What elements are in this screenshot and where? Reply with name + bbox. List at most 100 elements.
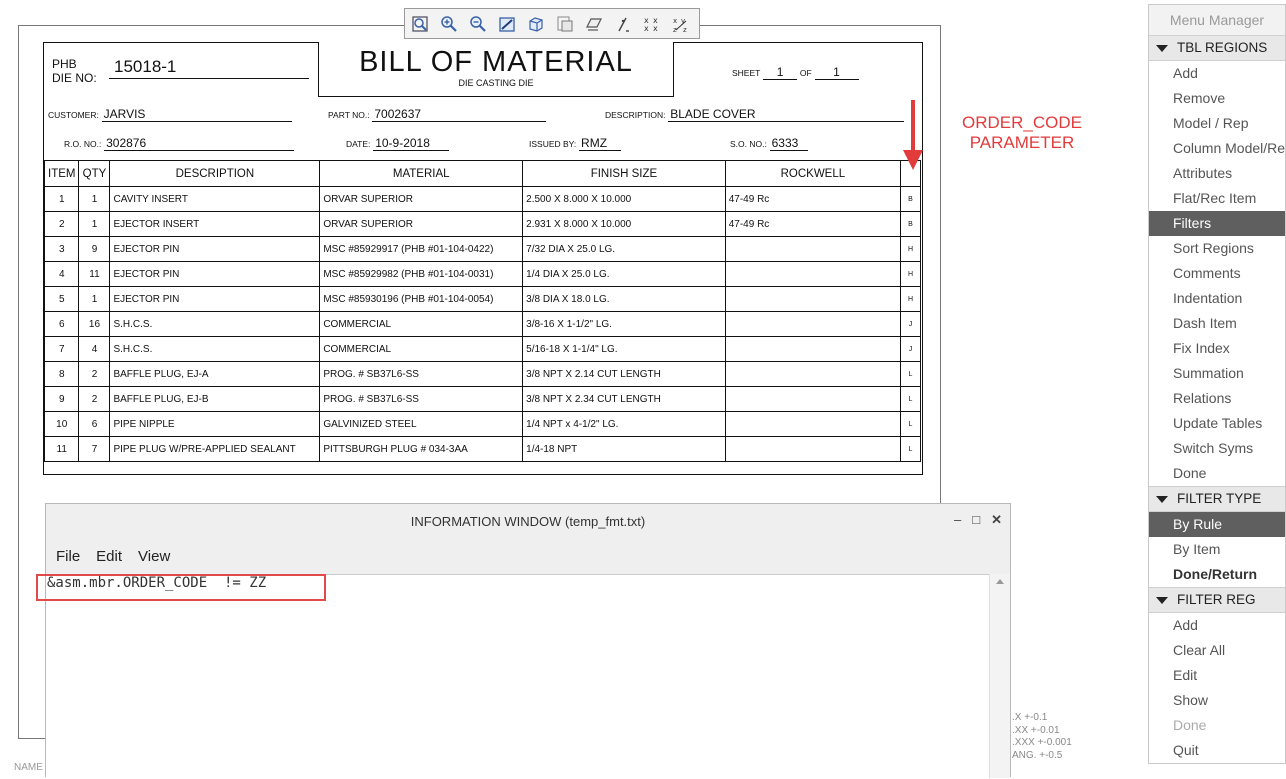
finish-size-cell: 1/4-18 NPT (522, 436, 726, 462)
table-row[interactable]: 1 1 CAVITY INSERT ORVAR SUPERIOR 2.500 X 8.0… (43, 186, 921, 212)
so-no-field: S.O. NO.: 6333 (730, 136, 808, 151)
annotation-display-icon[interactable] (612, 13, 634, 35)
menu-manager: Menu Manager TBL REGIONS Add Remove Model /… (1148, 4, 1286, 764)
die-no-value: 15018-1 (109, 57, 309, 79)
page-title: BILL OF MATERIAL (359, 46, 633, 78)
menu-item-tbl-regions-done[interactable]: Done (1149, 461, 1285, 486)
scroll-up-icon[interactable] (990, 574, 1010, 588)
menu-item-filter-reg-clear-all[interactable]: Clear All (1149, 638, 1285, 663)
menu-edit[interactable]: Edit (96, 548, 122, 565)
menu-item-tbl-regions-flat-rec-item[interactable]: Flat/Rec Item (1149, 186, 1285, 211)
item-cell: 5 (43, 286, 80, 312)
table-row[interactable]: 6 16 S.H.C.S. COMMERCIAL 3/8-16 X 1-1/2" LG.… (43, 311, 921, 337)
menu-item-tbl-regions-dash-item[interactable]: Dash Item (1149, 311, 1285, 336)
sheet-field: SHEET 1 OF 1 (732, 65, 859, 80)
qty-cell: 1 (78, 286, 111, 312)
menu-item-filter-type-by-item[interactable]: By Item (1149, 537, 1285, 562)
table-row[interactable]: 4 11 EJECTOR PIN MSC #85929982 (PHB #01-104… (43, 261, 921, 287)
material-cell: MSC #85929917 (PHB #01-104-0422) (319, 236, 524, 262)
material-cell: ORVAR SUPERIOR (319, 211, 524, 237)
menu-item-tbl-regions-fix-index[interactable]: Fix Index (1149, 336, 1285, 361)
menu-file[interactable]: File (56, 548, 80, 565)
qty-cell: 1 (78, 211, 111, 237)
saved-views-icon[interactable] (554, 13, 576, 35)
qty-cell: 2 (78, 386, 111, 412)
table-header-row: ITEM QTY DESCRIPTION MATERIAL FINISH SIZ… (43, 160, 921, 187)
table-row[interactable]: 8 2 BAFFLE PLUG, EJ-A PROG. # SB37L6-SS 3/8 … (43, 361, 921, 387)
material-cell: GALVINIZED STEEL (319, 411, 524, 437)
menu-item-tbl-regions-attributes[interactable]: Attributes (1149, 161, 1285, 186)
table-row[interactable]: 3 9 EJECTOR PIN MSC #85929917 (PHB #01-104-… (43, 236, 921, 262)
table-row[interactable]: 11 7 PIPE PLUG W/PRE-APPLIED SEALANT PITTSB… (43, 436, 921, 462)
close-button[interactable]: ✕ (991, 512, 1002, 528)
menu-view[interactable]: View (138, 548, 170, 565)
item-cell: 4 (43, 261, 80, 287)
table-row[interactable]: 10 6 PIPE NIPPLE GALVINIZED STEEL 1/4 NPT x … (43, 411, 921, 437)
menu-item-filter-reg-done[interactable]: Done (1149, 713, 1285, 738)
zoom-fit-icon[interactable] (409, 13, 431, 35)
repaint-icon[interactable] (496, 13, 518, 35)
customer-field: CUSTOMER: JARVIS (48, 107, 292, 122)
menu-item-filter-reg-show[interactable]: Show (1149, 688, 1285, 713)
section-tbl-regions[interactable]: TBL REGIONS (1149, 35, 1285, 61)
finish-size-cell: 3/8 NPT X 2.34 CUT LENGTH (522, 386, 726, 412)
maximize-button[interactable]: □ (972, 512, 980, 528)
menu-item-tbl-regions-column-model-rep[interactable]: Column Model/Rep (1149, 136, 1285, 161)
menu-item-tbl-regions-comments[interactable]: Comments (1149, 261, 1285, 286)
view-3d-icon[interactable] (525, 13, 547, 35)
menu-item-filter-type-by-rule[interactable]: By Rule (1149, 512, 1285, 537)
table-row[interactable]: 2 1 EJECTOR INSERT ORVAR SUPERIOR 2.931 X 8.… (43, 211, 921, 237)
menu-item-filter-type-done-return[interactable]: Done/Return (1149, 562, 1285, 587)
menu-item-tbl-regions-sort-regions[interactable]: Sort Regions (1149, 236, 1285, 261)
menu-item-tbl-regions-indentation[interactable]: Indentation (1149, 286, 1285, 311)
table-row[interactable]: 9 2 BAFFLE PLUG, EJ-B PROG. # SB37L6-SS 3/8 … (43, 386, 921, 412)
description-cell: PIPE PLUG W/PRE-APPLIED SEALANT (109, 436, 321, 462)
part-no-field: PART NO.: 7002637 (328, 107, 547, 122)
menu-item-tbl-regions-remove[interactable]: Remove (1149, 86, 1285, 111)
collapse-triangle-icon (1156, 597, 1168, 604)
point-display-icon[interactable]: xyzz (670, 13, 692, 35)
description-cell: EJECTOR PIN (109, 286, 321, 312)
description-cell: EJECTOR INSERT (109, 211, 321, 237)
section-header-label: FILTER TYPE (1177, 491, 1262, 506)
description-cell: BAFFLE PLUG, EJ-A (109, 361, 321, 387)
col-qty: QTY (78, 160, 111, 187)
qty-cell: 6 (78, 411, 111, 437)
table-row[interactable]: 7 4 S.H.C.S. COMMERCIAL 5/16-18 X 1-1/4" LG.… (43, 336, 921, 362)
col-description: DESCRIPTION (109, 160, 321, 187)
menu-item-tbl-regions-model-rep[interactable]: Model / Rep (1149, 111, 1285, 136)
item-cell: 6 (43, 311, 80, 337)
rockwell-cell (724, 236, 902, 262)
axis-display-icon[interactable]: xxxx (641, 13, 663, 35)
window-title: INFORMATION WINDOW (temp_fmt.txt) (410, 514, 646, 529)
col-rockwell: ROCKWELL (724, 160, 902, 187)
rockwell-cell (724, 286, 902, 312)
menu-item-filter-reg-add[interactable]: Add (1149, 613, 1285, 638)
menu-item-tbl-regions-summation[interactable]: Summation (1149, 361, 1285, 386)
order-code-cell: B (900, 211, 921, 237)
minimize-button[interactable]: – (954, 512, 961, 528)
finish-size-cell: 3/8-16 X 1-1/2" LG. (522, 311, 726, 337)
menu-item-tbl-regions-relations[interactable]: Relations (1149, 386, 1285, 411)
col-material: MATERIAL (319, 160, 524, 187)
table-row[interactable]: 5 1 EJECTOR PIN MSC #85930196 (PHB #01-104-… (43, 286, 921, 312)
highlight-box (36, 574, 326, 601)
description-cell: EJECTOR PIN (109, 236, 321, 262)
section-filter-reg[interactable]: FILTER REG (1149, 587, 1285, 613)
section-filter-type[interactable]: FILTER TYPE (1149, 486, 1285, 512)
material-cell: MSC #85929982 (PHB #01-104-0031) (319, 261, 524, 287)
zoom-in-icon[interactable] (438, 13, 460, 35)
name-label: NAME (14, 762, 43, 773)
menu-item-filter-reg-quit[interactable]: Quit (1149, 738, 1285, 763)
orient-icon[interactable] (583, 13, 605, 35)
menu-item-tbl-regions-add[interactable]: Add (1149, 61, 1285, 86)
text-area[interactable]: &asm.mbr.ORDER_CODE != ZZ (36, 574, 992, 779)
menu-item-tbl-regions-update-tables[interactable]: Update Tables (1149, 411, 1285, 436)
menu-item-filter-reg-edit[interactable]: Edit (1149, 663, 1285, 688)
collapse-triangle-icon (1156, 496, 1168, 503)
menu-item-tbl-regions-switch-syms[interactable]: Switch Syms (1149, 436, 1285, 461)
svg-text:x: x (653, 24, 658, 33)
zoom-out-icon[interactable] (467, 13, 489, 35)
vertical-scrollbar[interactable] (989, 574, 1010, 778)
menu-item-tbl-regions-filters[interactable]: Filters (1149, 211, 1285, 236)
